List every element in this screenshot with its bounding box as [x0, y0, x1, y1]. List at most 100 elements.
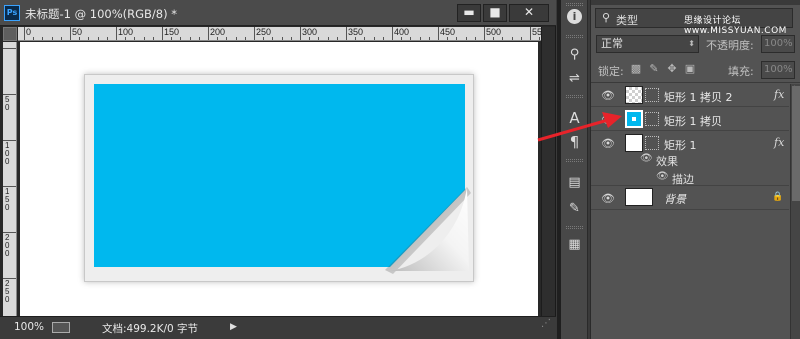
layer-filter[interactable]: ⚲ 类型 思缘设计论坛 www.MISSYUAN.COM [595, 8, 793, 36]
effects-eye-icon[interactable]: 👁 [640, 153, 653, 164]
canvas[interactable] [20, 42, 538, 316]
dock-grip[interactable] [566, 226, 583, 229]
ruler-minor-tick [189, 37, 191, 40]
layer-name: 矩形 1 拷贝 2 [664, 91, 733, 104]
ruler-minor-tick [419, 37, 421, 40]
blend-mode-select[interactable]: 正常 ⬍ [596, 35, 699, 53]
ruler-minor-tick [281, 37, 283, 40]
close-button[interactable]: ✕ [509, 4, 549, 22]
fx-icon[interactable]: fx [774, 88, 784, 101]
adjust-icon[interactable]: ⇌ [564, 68, 585, 89]
ruler-minor-tick [428, 37, 430, 40]
ruler-label: 400 [394, 27, 410, 37]
lock-label: 锁定: [598, 65, 624, 78]
effects-row[interactable]: 👁 效果 [591, 150, 789, 169]
visibility-eye-icon[interactable]: 👁 [601, 137, 615, 150]
layer-row-background[interactable]: 👁 背景 🔒 [591, 186, 789, 210]
ruler-minor-tick [272, 37, 274, 40]
scrollbar-thumb[interactable] [792, 86, 800, 201]
lock-transparent-icon[interactable]: ▩ [629, 62, 643, 76]
dock-grip[interactable] [566, 3, 583, 6]
layer-comps-icon[interactable]: ▤ [564, 172, 585, 193]
ruler-label: 200 [5, 233, 10, 258]
document-titlebar[interactable]: Ps 未标题-1 @ 100%(RGB/8) * ▬ ■ ✕ [0, 0, 556, 26]
ruler-tick [392, 27, 393, 40]
ruler-minor-tick [336, 37, 338, 40]
brush-settings-icon[interactable]: ⚲ [564, 44, 585, 65]
ruler-label: 250 [256, 27, 272, 37]
layer-row[interactable]: 👁 矩形 1 拷贝 2 fx [591, 84, 789, 107]
fill-input[interactable]: 100% [761, 61, 795, 79]
layer-row[interactable]: 👁 矩形 1 fx 👁 效果 👁 描边 [591, 132, 789, 186]
lock-position-icon[interactable]: ✥ [665, 62, 679, 76]
vertical-ruler[interactable]: 50 100 150 200 250 [3, 42, 17, 316]
status-menu-arrow-icon[interactable]: ▶ [230, 322, 237, 332]
canvas-area[interactable] [18, 42, 541, 316]
ruler-label: 550 [532, 27, 541, 37]
panel-tabs[interactable] [591, 0, 800, 5]
layer-name: 背景 [664, 193, 686, 206]
visibility-eye-icon[interactable]: 👁 [601, 192, 615, 205]
ruler-minor-tick [226, 37, 228, 40]
ruler-minor-tick [493, 37, 495, 40]
layer-row[interactable]: 👁 矩形 1 拷贝 [591, 108, 789, 131]
ruler-minor-tick [125, 37, 127, 40]
ruler-minor-tick [447, 37, 449, 40]
ruler-label: 100 [5, 141, 10, 166]
chevron-updown-icon: ⬍ [688, 39, 695, 48]
resize-grip-icon[interactable]: ⋰ [541, 318, 555, 338]
paragraph-icon[interactable]: ¶ [564, 132, 585, 153]
ruler-origin[interactable] [3, 27, 17, 41]
search-icon: ⚲ [602, 11, 611, 24]
visibility-eye-icon[interactable]: 👁 [601, 89, 615, 102]
document-window: Ps 未标题-1 @ 100%(RGB/8) * ▬ ■ ✕ 0 50 100 150… [0, 0, 556, 339]
zoom-level[interactable]: 100% [14, 321, 44, 333]
ruler-label: 300 [302, 27, 318, 37]
ruler-minor-tick [401, 37, 403, 40]
vector-mask-icon [645, 136, 659, 150]
visibility-eye-icon[interactable]: 👁 [601, 113, 615, 126]
lock-all-icon[interactable]: ▣ [683, 62, 697, 76]
ruler-minor-tick [51, 37, 53, 40]
stroke-eye-icon[interactable]: 👁 [656, 171, 669, 182]
ruler-label: 250 [5, 279, 10, 304]
card-shape [84, 74, 474, 282]
watermark-text: 思缘设计论坛 www.MISSYUAN.COM [684, 16, 787, 36]
ruler-label: 500 [486, 27, 502, 37]
filter-type-label[interactable]: 类型 [616, 12, 638, 28]
vector-mask-icon [645, 88, 659, 102]
ruler-minor-tick [290, 37, 292, 40]
ruler-minor-tick [456, 37, 458, 40]
character-icon[interactable]: A [564, 108, 585, 129]
opacity-input[interactable]: 100% [761, 35, 795, 53]
stroke-effect-row[interactable]: 👁 描边 [591, 168, 789, 187]
dock-grip[interactable] [566, 159, 583, 162]
ruler-minor-tick [520, 37, 522, 40]
divider [591, 82, 800, 83]
ruler-minor-tick [373, 37, 375, 40]
timeline-icon[interactable]: ▦ [564, 234, 585, 255]
notes-icon[interactable]: ✎ [564, 198, 585, 219]
document-title: 未标题-1 @ 100%(RGB/8) * [25, 7, 178, 21]
minimize-button[interactable]: ▬ [457, 4, 481, 22]
fx-icon[interactable]: fx [774, 136, 784, 149]
ruler-minor-tick [511, 37, 513, 40]
ruler-minor-tick [143, 37, 145, 40]
status-preview-icon[interactable] [52, 322, 70, 333]
maximize-button[interactable]: ■ [483, 4, 507, 22]
vertical-scrollbar[interactable] [541, 27, 555, 316]
ruler-minor-tick [465, 37, 467, 40]
info-icon[interactable]: i [567, 9, 582, 24]
photoshop-logo-icon: Ps [4, 5, 20, 21]
ruler-label: 0 [26, 27, 32, 37]
ruler-minor-tick [364, 37, 366, 40]
horizontal-ruler[interactable]: 0 50 100 150 200 250 300 350 400 450 500 550 [18, 27, 541, 41]
lock-image-icon[interactable]: ✎ [647, 62, 661, 76]
ruler-tick [70, 27, 71, 40]
dock-grip[interactable] [566, 35, 583, 38]
ruler-tick [162, 27, 163, 40]
ruler-tick [24, 27, 25, 40]
ruler-tick [254, 27, 255, 40]
layers-scrollbar[interactable]: ▲ [790, 84, 800, 339]
dock-grip[interactable] [566, 95, 583, 98]
